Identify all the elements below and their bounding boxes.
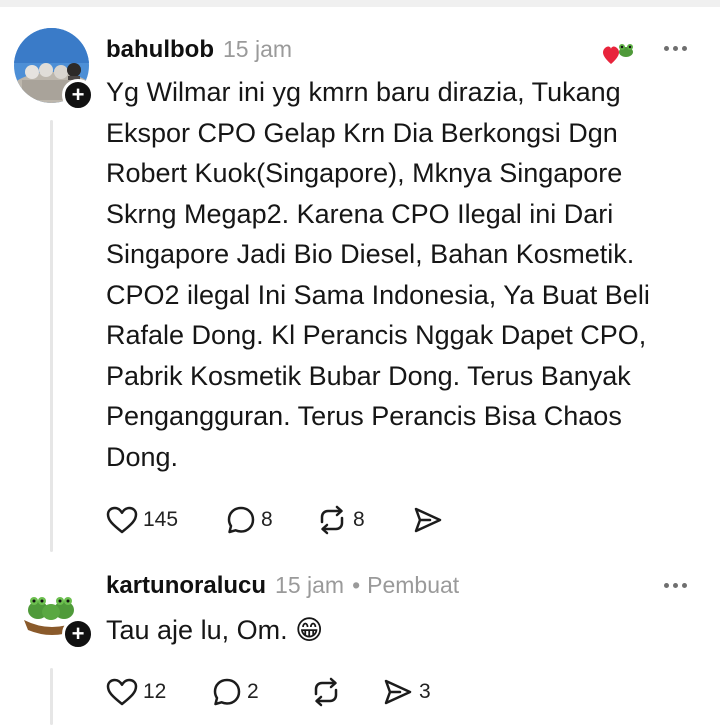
- dot-separator: •: [352, 572, 361, 598]
- thread-line: [50, 120, 53, 552]
- send-paper-plane-icon: [384, 679, 412, 705]
- more-dot: [682, 583, 687, 588]
- liked-by-author-icon: [601, 38, 635, 71]
- like-button[interactable]: 145: [106, 505, 178, 535]
- timestamp: 15 jam: [275, 572, 345, 598]
- post-actions: 12 2 3: [106, 677, 506, 709]
- post-actions: 145 8 8: [106, 505, 506, 537]
- comment-bubble-icon: [227, 506, 255, 534]
- post-text: Tau aje lu, Om. 😁: [106, 615, 324, 645]
- post-header: bahulbob 15 jam: [106, 36, 292, 64]
- more-dots-icon: [664, 583, 669, 588]
- more-options-button[interactable]: [664, 583, 687, 588]
- username[interactable]: bahulbob: [106, 36, 214, 64]
- more-dot: [673, 46, 678, 51]
- post-header: kartunoralucu 15 jam • Pembuat: [106, 572, 459, 600]
- repost-button[interactable]: 8: [316, 505, 365, 535]
- reply-button[interactable]: 8: [226, 505, 273, 535]
- thread-line: [50, 668, 53, 725]
- comment-bubble-icon: [213, 678, 241, 706]
- timestamp: 15 jam: [222, 36, 293, 62]
- like-count: 145: [143, 508, 179, 531]
- post-text: Yg Wilmar ini yg kmrn baru dirazia, Tuka…: [106, 77, 650, 472]
- more-dot: [673, 583, 678, 588]
- heart-outline-icon: [106, 506, 138, 534]
- reply-count: 2: [247, 680, 259, 703]
- more-dots-icon: [664, 46, 669, 51]
- repost-arrows-icon: [314, 677, 338, 707]
- reply-count: 8: [261, 508, 273, 531]
- follow-plus-button[interactable]: +: [62, 618, 94, 650]
- share-button[interactable]: 3: [382, 677, 431, 707]
- follow-plus-button[interactable]: +: [62, 79, 94, 111]
- share-count: 3: [419, 680, 431, 703]
- repost-arrows-icon: [320, 505, 344, 535]
- username[interactable]: kartunoralucu: [106, 572, 266, 600]
- reply-button[interactable]: 2: [212, 677, 259, 707]
- more-options-button[interactable]: [664, 46, 687, 51]
- share-button[interactable]: [412, 505, 449, 535]
- heart-outline-icon: [106, 678, 138, 706]
- top-separator: [0, 0, 720, 7]
- repost-count: 8: [353, 508, 365, 531]
- more-dot: [682, 46, 687, 51]
- send-paper-plane-icon: [414, 507, 442, 533]
- repost-button[interactable]: [310, 677, 347, 707]
- like-count: 12: [143, 680, 167, 703]
- author-label: Pembuat: [367, 572, 460, 598]
- like-button[interactable]: 12: [106, 677, 166, 707]
